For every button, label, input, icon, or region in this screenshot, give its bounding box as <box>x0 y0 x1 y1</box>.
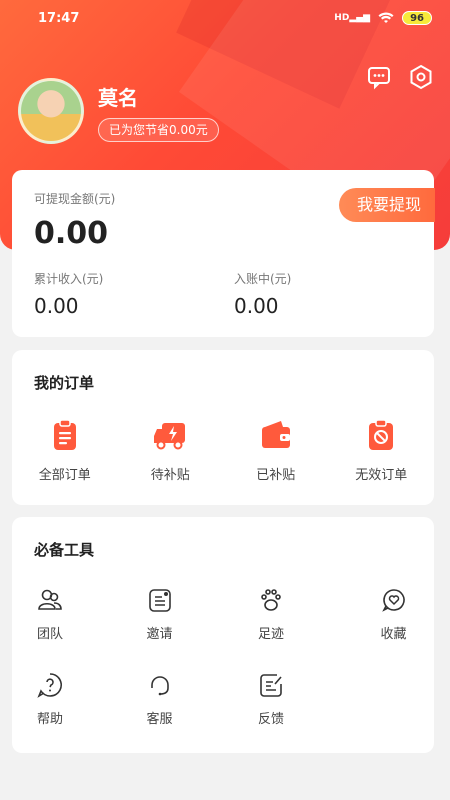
truck-bolt-icon <box>154 423 186 450</box>
wallet-card: 可提现金额(元) 0.00 我要提现 累计收入(元) 0.00 入账中(元) 0… <box>12 170 435 337</box>
tool-customer-service-label: 客服 <box>146 712 173 727</box>
tool-footprint[interactable]: 足迹 <box>223 587 329 642</box>
order-invalid[interactable]: 无效订单 <box>329 418 435 483</box>
tool-favorite-label: 收藏 <box>380 627 407 642</box>
tool-invite-label: 邀请 <box>146 627 173 642</box>
tool-customer-service[interactable]: 客服 <box>118 672 224 727</box>
signal-icon: HD▂▄▆ <box>334 13 371 23</box>
order-subsidized[interactable]: 已补贴 <box>223 418 329 483</box>
favorite-icon <box>381 589 405 612</box>
signal-hd-label: HD <box>334 13 350 23</box>
battery-indicator: 96 <box>402 11 432 25</box>
settings-hex-icon[interactable] <box>408 64 434 90</box>
clipboard-icon <box>53 419 76 450</box>
order-invalid-label: 无效订单 <box>355 468 408 483</box>
tool-feedback[interactable]: 反馈 <box>223 672 329 727</box>
tool-invite[interactable]: 邀请 <box>118 587 224 642</box>
tools-title: 必备工具 <box>34 541 95 559</box>
team-icon <box>38 589 62 610</box>
invalid-order-icon <box>369 419 394 450</box>
order-subsidized-label: 已补贴 <box>256 468 296 483</box>
status-time: 17:47 <box>38 10 80 26</box>
tool-help-label: 帮助 <box>37 712 64 727</box>
tool-help[interactable]: 帮助 <box>12 672 118 727</box>
tool-team-label: 团队 <box>37 627 64 642</box>
status-bar: 17:47 HD▂▄▆ 96 <box>0 0 450 36</box>
footprint-icon <box>261 589 281 611</box>
invite-icon <box>148 589 171 612</box>
withdrawable-label: 可提现金额(元) <box>34 192 116 206</box>
customer-service-icon <box>150 676 169 696</box>
withdrawable-amount: 0.00 <box>34 216 109 251</box>
order-all-label: 全部订单 <box>38 468 91 483</box>
tool-feedback-label: 反馈 <box>258 712 285 727</box>
pending-value: 0.00 <box>234 294 279 318</box>
wallet-icon <box>261 421 290 448</box>
pending-label: 入账中(元) <box>234 272 292 286</box>
orders-card: 我的订单 全部订单 待补贴 已补贴 无效订单 <box>12 350 434 505</box>
user-name: 莫名 <box>98 86 138 110</box>
cumulative-income-value: 0.00 <box>34 294 79 318</box>
help-icon <box>37 673 62 698</box>
avatar[interactable] <box>18 78 84 144</box>
wifi-icon <box>378 12 394 23</box>
withdraw-button[interactable]: 我要提现 <box>338 188 435 222</box>
tool-footprint-label: 足迹 <box>258 627 285 642</box>
feedback-icon <box>260 674 282 697</box>
tool-favorite[interactable]: 收藏 <box>329 587 435 642</box>
tool-team[interactable]: 团队 <box>12 587 118 642</box>
message-icon[interactable] <box>366 64 392 90</box>
order-all[interactable]: 全部订单 <box>12 418 118 483</box>
tools-card: 必备工具 团队 邀请 足迹 收藏 帮助 客服 反馈 <box>12 517 434 753</box>
order-pending-subsidy-label: 待补贴 <box>150 468 190 483</box>
order-pending-subsidy[interactable]: 待补贴 <box>118 418 224 483</box>
savings-badge: 已为您节省0.00元 <box>98 118 219 142</box>
cumulative-income-label: 累计收入(元) <box>34 272 104 286</box>
orders-title: 我的订单 <box>34 374 95 392</box>
